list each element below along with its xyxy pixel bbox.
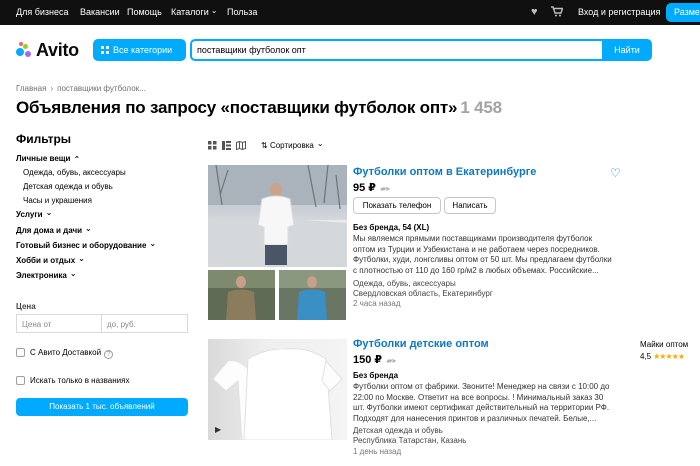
- listing-1-thumb-1[interactable]: [208, 270, 275, 320]
- listing-1-thumb-2[interactable]: [279, 270, 346, 320]
- avito-delivery-checkbox[interactable]: [16, 348, 25, 357]
- listing-1-favorite-icon[interactable]: ♡: [610, 166, 621, 180]
- logo-text: Avito: [36, 39, 79, 60]
- top-bar: Для бизнеса Вакансии Помощь Каталоги Пол…: [0, 0, 700, 25]
- listing-1-time: 2 часа назад: [353, 299, 401, 308]
- titles-only-label: Искать только в названиях: [30, 376, 130, 385]
- nav-vacancies[interactable]: Вакансии: [80, 7, 120, 17]
- search-input[interactable]: [192, 41, 600, 59]
- listing-1-category: Одежда, обувь, аксессуары: [353, 279, 456, 288]
- page-title: Объявления по запросу «поставщики футбол…: [16, 98, 502, 118]
- map-view-icon[interactable]: [236, 140, 246, 152]
- filter-clothes[interactable]: Одежда, обувь, аксессуары: [23, 168, 126, 177]
- breadcrumb-chevron-icon: ›: [50, 84, 54, 93]
- seller-name[interactable]: Майки оптом: [640, 340, 688, 349]
- avito-delivery-text: С Авито Доставкой: [30, 348, 102, 357]
- help-icon[interactable]: ?: [104, 350, 114, 359]
- seller-rating-value: 4,5: [640, 352, 652, 361]
- page-title-text: Объявления по запросу «поставщики футбол…: [16, 98, 458, 117]
- grid-view-icon[interactable]: [208, 141, 217, 152]
- avito-logo[interactable]: Avito: [16, 40, 79, 60]
- nav-help[interactable]: Помощь: [127, 7, 162, 17]
- listing-1-price-value: 95 ₽: [353, 182, 376, 194]
- listing-2-location: Республика Татарстан, Казань: [353, 436, 467, 445]
- listing-2-price: 150 ₽ ▰▸: [353, 353, 396, 366]
- listing-1-title[interactable]: Футболки оптом в Екатеринбурге: [353, 166, 536, 178]
- filter-home-garden[interactable]: Для дома и дачи: [16, 226, 92, 235]
- sort-icon: ⇅: [261, 141, 270, 150]
- login-link[interactable]: Вход и регистрация: [578, 7, 660, 17]
- filter-services[interactable]: Услуги: [16, 210, 52, 219]
- listing-1-condition: Без бренда, 54 (XL): [353, 223, 430, 232]
- show-phone-button[interactable]: Показать телефон: [353, 197, 441, 214]
- heart-icon[interactable]: ♥: [531, 6, 538, 18]
- price-to-input[interactable]: до, руб.: [101, 314, 188, 333]
- results-count: 1 458: [460, 98, 502, 117]
- cart-icon[interactable]: [551, 6, 564, 20]
- listing-2-title[interactable]: Футболки детские оптом: [353, 338, 489, 350]
- breadcrumb-query[interactable]: поставщики футболок...: [57, 84, 146, 93]
- show-results-button[interactable]: Показать 1 тыс. объявлений: [16, 398, 188, 416]
- filter-personal-items[interactable]: Личные вещи: [16, 154, 80, 163]
- rating-stars-icon: ★★★★★: [653, 352, 685, 361]
- filters-title: Фильтры: [16, 132, 72, 146]
- all-categories-button[interactable]: Все категории: [93, 39, 186, 61]
- breadcrumb: Главная › поставщики футболок...: [16, 84, 146, 93]
- grid-icon: [101, 46, 109, 54]
- play-video-icon[interactable]: ▶: [215, 425, 221, 434]
- listing-1-description: Мы являемся прямыми поставщиками произво…: [353, 234, 612, 275]
- filter-kids-clothes[interactable]: Детская одежда и обувь: [23, 182, 113, 191]
- delivery-truck-icon: ▰▸: [377, 184, 391, 193]
- seller-info[interactable]: Майки оптом 4,5 ★★★★★: [640, 340, 688, 361]
- delivery-truck-icon: ▰▸: [384, 356, 397, 365]
- sort-label: Сортировка: [269, 141, 314, 150]
- breadcrumb-home[interactable]: Главная: [16, 84, 46, 93]
- search-bar: Найти: [190, 39, 652, 61]
- listing-2-time: 1 день назад: [353, 447, 402, 456]
- listing-1-location: Свердловская область, Екатеринбург: [353, 289, 493, 298]
- listing-1-price: 95 ₽ ▰▸: [353, 181, 390, 194]
- filter-electronics[interactable]: Электроника: [16, 271, 77, 280]
- write-button[interactable]: Написать: [444, 197, 496, 214]
- listing-1-photo[interactable]: [208, 165, 347, 267]
- price-label: Цена: [16, 302, 36, 311]
- all-categories-label: Все категории: [113, 45, 173, 55]
- filter-business[interactable]: Готовый бизнес и оборудование: [16, 241, 156, 250]
- filter-watches[interactable]: Часы и украшения: [23, 196, 92, 205]
- nav-benefit[interactable]: Польза: [227, 7, 257, 17]
- filter-hobby[interactable]: Хобби и отдых: [16, 256, 85, 265]
- price-from-input[interactable]: Цена от: [16, 314, 102, 333]
- listing-2-condition: Без бренда: [353, 371, 399, 380]
- logo-mark: [16, 42, 34, 58]
- listing-2-price-value: 150 ₽: [353, 354, 383, 366]
- search-button[interactable]: Найти: [602, 39, 652, 61]
- place-ad-button[interactable]: Разместить объявление: [666, 3, 700, 22]
- listing-2-photo[interactable]: [208, 339, 347, 440]
- titles-only-checkbox[interactable]: [16, 376, 25, 385]
- seller-rating: 4,5 ★★★★★: [640, 352, 688, 361]
- nav-catalogs[interactable]: Каталоги: [171, 7, 217, 17]
- sort-dropdown[interactable]: ⇅ Сортировка: [261, 141, 324, 150]
- listing-2-category: Детская одежда и обувь: [353, 426, 443, 435]
- list-view-icon[interactable]: [222, 141, 231, 152]
- listing-2-description: Футболки оптом от фабрики. Звоните! Мене…: [353, 382, 610, 423]
- avito-delivery-label: С Авито Доставкой?: [30, 348, 114, 359]
- nav-business[interactable]: Для бизнеса: [16, 7, 69, 17]
